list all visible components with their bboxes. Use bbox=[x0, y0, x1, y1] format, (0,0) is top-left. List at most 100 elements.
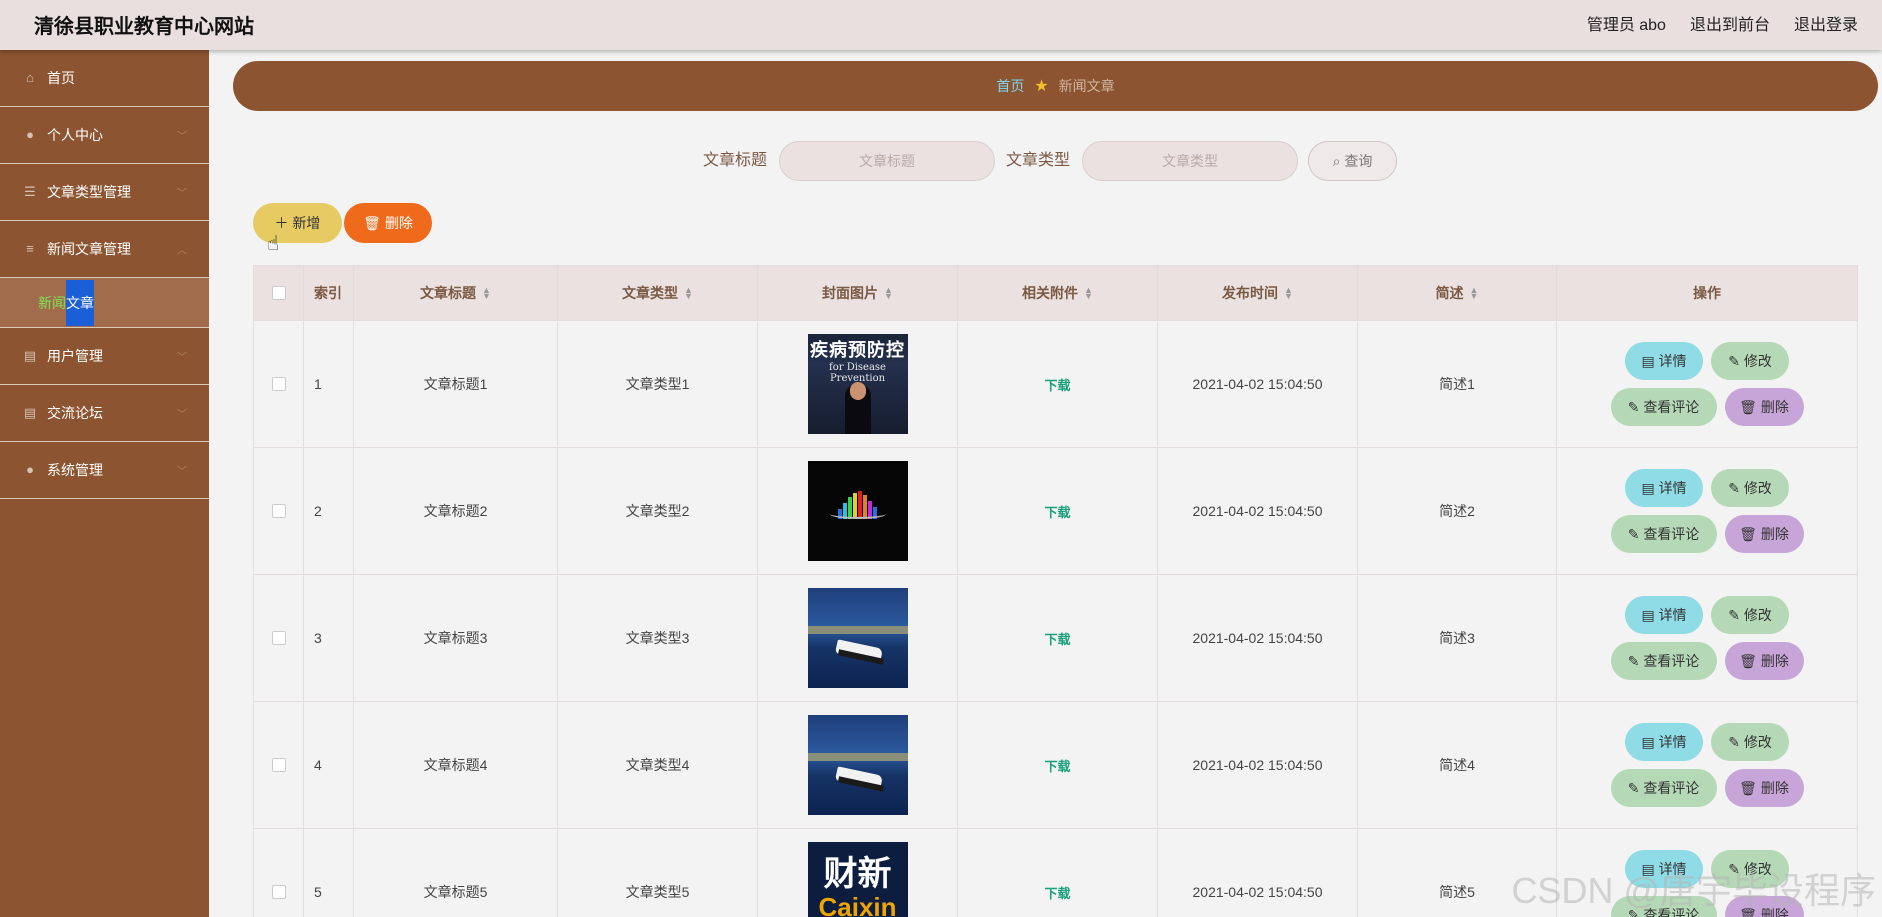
sort-icon: ▲ ▼ bbox=[482, 285, 491, 301]
watermark: CSDN @唐宇毕设程序 bbox=[1511, 870, 1876, 911]
table-row: 1 文章标题1 文章类型1 疾病预防控 for Disease Preventi… bbox=[253, 321, 1858, 448]
edit-button[interactable]: ✎ 修改 bbox=[1711, 342, 1789, 380]
sidebar-item-user-management[interactable]: ▤ 用户管理 ﹀ bbox=[0, 328, 209, 385]
col-ops: 操作 bbox=[1557, 266, 1858, 320]
detail-button[interactable]: ▤ 详情 bbox=[1625, 469, 1703, 507]
chevron-down-icon: ﹀ bbox=[177, 188, 187, 200]
row-index: 4 bbox=[304, 702, 354, 828]
col-type[interactable]: 文章类型 ▲ ▼ bbox=[558, 266, 758, 320]
row-checkbox[interactable] bbox=[271, 631, 286, 645]
row-checkbox[interactable] bbox=[271, 758, 286, 772]
download-link[interactable]: 下载 bbox=[1044, 502, 1070, 521]
row-time: 2021-04-02 15:04:50 bbox=[1158, 702, 1358, 828]
row-title: 文章标题2 bbox=[354, 448, 558, 574]
sidebar-item-forum[interactable]: ▤ 交流论坛 ﹀ bbox=[0, 385, 209, 442]
top-header: 清徐县职业教育中心网站 管理员 abo 退出到前台 退出登录 bbox=[0, 0, 1882, 50]
row-desc: 简述1 bbox=[1358, 321, 1557, 447]
table-header: 索引 文章标题 ▲ ▼ 文章类型 ▲ ▼ 封面图片 ▲ ▼ 相关附件 ▲ ▼ 发布时间 ▲ ▼ 简述… bbox=[253, 266, 1858, 321]
col-desc[interactable]: 简述 ▲ ▼ bbox=[1358, 266, 1557, 320]
content-panel: 文章标题 文章标题 文章类型 文章类型 ⌕ 查询 ＋ 新增 🗑 删除 ☝ 索引 … bbox=[233, 121, 1882, 917]
col-time[interactable]: 发布时间 ▲ ▼ bbox=[1158, 266, 1358, 320]
clipboard-icon: ▤ bbox=[23, 348, 37, 363]
row-type: 文章类型3 bbox=[558, 575, 758, 701]
sidebar-item-label: 交流论坛 bbox=[47, 405, 103, 421]
view-comments-button[interactable]: ✎ 查看评论 bbox=[1610, 642, 1717, 680]
row-type: 文章类型5 bbox=[558, 829, 758, 917]
sidebar-item-news-article[interactable]: ≡ 新闻文章管理 ︿ bbox=[0, 221, 209, 278]
cover-image: 财新 Caixin bbox=[807, 842, 908, 917]
view-comments-button[interactable]: ✎ 查看评论 bbox=[1610, 388, 1717, 426]
sidebar: ⌂ 首页 ● 个人中心 ﹀ ☰ 文章类型管理 ﹀ ≡ 新闻文章管理 ︿ 新闻文章… bbox=[0, 50, 209, 917]
row-checkbox[interactable] bbox=[271, 885, 286, 899]
sidebar-item-system[interactable]: ● 系统管理 ﹀ bbox=[0, 442, 209, 499]
sort-icon: ▲ ▼ bbox=[684, 285, 693, 301]
sidebar-subitem-news-article[interactable]: 新闻文章 bbox=[0, 278, 209, 328]
row-time: 2021-04-02 15:04:50 bbox=[1158, 321, 1358, 447]
breadcrumb-home[interactable]: 首页 bbox=[996, 78, 1024, 94]
search-icon: ⌕ bbox=[1332, 153, 1345, 169]
row-delete-button[interactable]: 🗑 删除 bbox=[1724, 388, 1804, 426]
type-search-input[interactable]: 文章类型 bbox=[1082, 141, 1298, 181]
row-delete-button[interactable]: 🗑 删除 bbox=[1724, 515, 1804, 553]
plus-icon: ＋ bbox=[274, 215, 293, 231]
edit-button[interactable]: ✎ 修改 bbox=[1711, 723, 1789, 761]
breadcrumb-current: 新闻文章 bbox=[1058, 78, 1115, 94]
sidebar-item-personal-center[interactable]: ● 个人中心 ﹀ bbox=[0, 107, 209, 164]
trash-icon: 🗑 bbox=[363, 215, 385, 231]
batch-delete-label: 删除 bbox=[384, 215, 413, 231]
row-time: 2021-04-02 15:04:50 bbox=[1158, 448, 1358, 574]
sliders-icon: ≡ bbox=[26, 241, 34, 256]
batch-delete-button[interactable]: 🗑 删除 bbox=[344, 203, 432, 243]
row-checkbox[interactable] bbox=[271, 377, 286, 391]
cover-image bbox=[807, 715, 908, 815]
table-row: 3 文章标题3 文章类型3 下载 2021-04-02 15:04:50 简述3… bbox=[253, 575, 1858, 702]
user-icon: ● bbox=[26, 462, 34, 477]
type-search-label: 文章类型 bbox=[1006, 152, 1071, 169]
logout-link[interactable]: 退出登录 bbox=[1794, 11, 1858, 35]
back-to-front-link[interactable]: 退出到前台 bbox=[1690, 11, 1770, 35]
detail-button[interactable]: ▤ 详情 bbox=[1625, 342, 1703, 380]
col-cover[interactable]: 封面图片 ▲ ▼ bbox=[758, 266, 958, 320]
row-checkbox[interactable] bbox=[271, 504, 286, 518]
cover-image bbox=[807, 461, 908, 561]
sidebar-item-article-type[interactable]: ☰ 文章类型管理 ﹀ bbox=[0, 164, 209, 221]
download-link[interactable]: 下载 bbox=[1044, 756, 1070, 775]
col-attachment[interactable]: 相关附件 ▲ ▼ bbox=[958, 266, 1158, 320]
download-link[interactable]: 下载 bbox=[1044, 629, 1070, 648]
chevron-up-icon: ︿ bbox=[177, 245, 187, 257]
row-delete-button[interactable]: 🗑 删除 bbox=[1724, 642, 1804, 680]
row-index: 1 bbox=[304, 321, 354, 447]
row-type: 文章类型1 bbox=[558, 321, 758, 447]
row-delete-button[interactable]: 🗑 删除 bbox=[1724, 769, 1804, 807]
col-index: 索引 bbox=[304, 266, 354, 320]
sort-icon: ▲ ▼ bbox=[1084, 285, 1093, 301]
chevron-down-icon: ﹀ bbox=[177, 352, 187, 364]
row-index: 5 bbox=[304, 829, 354, 917]
row-index: 2 bbox=[304, 448, 354, 574]
user-icon: ● bbox=[26, 127, 34, 142]
download-link[interactable]: 下载 bbox=[1044, 375, 1070, 394]
table-row: 4 文章标题4 文章类型4 下载 2021-04-02 15:04:50 简述4… bbox=[253, 702, 1858, 829]
select-all-checkbox[interactable] bbox=[271, 286, 286, 300]
detail-button[interactable]: ▤ 详情 bbox=[1625, 596, 1703, 634]
row-time: 2021-04-02 15:04:50 bbox=[1158, 829, 1358, 917]
row-type: 文章类型4 bbox=[558, 702, 758, 828]
title-search-input[interactable]: 文章标题 bbox=[779, 141, 995, 181]
row-title: 文章标题5 bbox=[354, 829, 558, 917]
header-actions: 管理员 abo 退出到前台 退出登录 bbox=[1587, 11, 1882, 35]
title-search-label: 文章标题 bbox=[703, 152, 768, 169]
sidebar-item-label: 用户管理 bbox=[47, 348, 103, 364]
query-button[interactable]: ⌕ 查询 bbox=[1308, 141, 1397, 181]
row-title: 文章标题1 bbox=[354, 321, 558, 447]
news-table: 索引 文章标题 ▲ ▼ 文章类型 ▲ ▼ 封面图片 ▲ ▼ 相关附件 ▲ ▼ 发布时间 ▲ ▼ 简述… bbox=[253, 265, 1858, 917]
detail-button[interactable]: ▤ 详情 bbox=[1625, 723, 1703, 761]
edit-button[interactable]: ✎ 修改 bbox=[1711, 469, 1789, 507]
view-comments-button[interactable]: ✎ 查看评论 bbox=[1610, 769, 1717, 807]
download-link[interactable]: 下载 bbox=[1044, 883, 1070, 902]
view-comments-button[interactable]: ✎ 查看评论 bbox=[1610, 515, 1717, 553]
col-title[interactable]: 文章标题 ▲ ▼ bbox=[354, 266, 558, 320]
sidebar-item-home[interactable]: ⌂ 首页 bbox=[0, 50, 209, 107]
sidebar-subitem-label-part2: 文章 bbox=[66, 279, 94, 326]
edit-button[interactable]: ✎ 修改 bbox=[1711, 596, 1789, 634]
row-title: 文章标题3 bbox=[354, 575, 558, 701]
